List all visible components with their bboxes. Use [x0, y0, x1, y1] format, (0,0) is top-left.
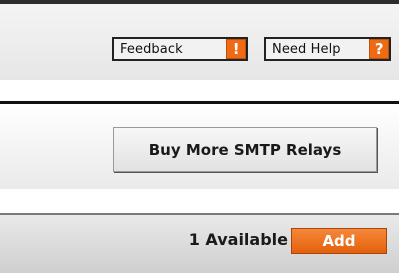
add-relay-button[interactable]: Add	[291, 228, 387, 254]
exclamation-icon: !	[226, 39, 246, 59]
feedback-label: Feedback	[120, 41, 183, 57]
feedback-button[interactable]: Feedback !	[112, 37, 248, 61]
need-help-button[interactable]: Need Help ?	[264, 37, 391, 61]
buy-more-label: Buy More SMTP Relays	[148, 140, 342, 159]
buy-more-smtp-relays-button[interactable]: Buy More SMTP Relays	[113, 127, 377, 172]
available-count: 1 Available	[188, 230, 288, 249]
need-help-label: Need Help	[272, 41, 341, 57]
question-icon: ?	[369, 39, 389, 59]
add-label: Add	[322, 232, 356, 250]
